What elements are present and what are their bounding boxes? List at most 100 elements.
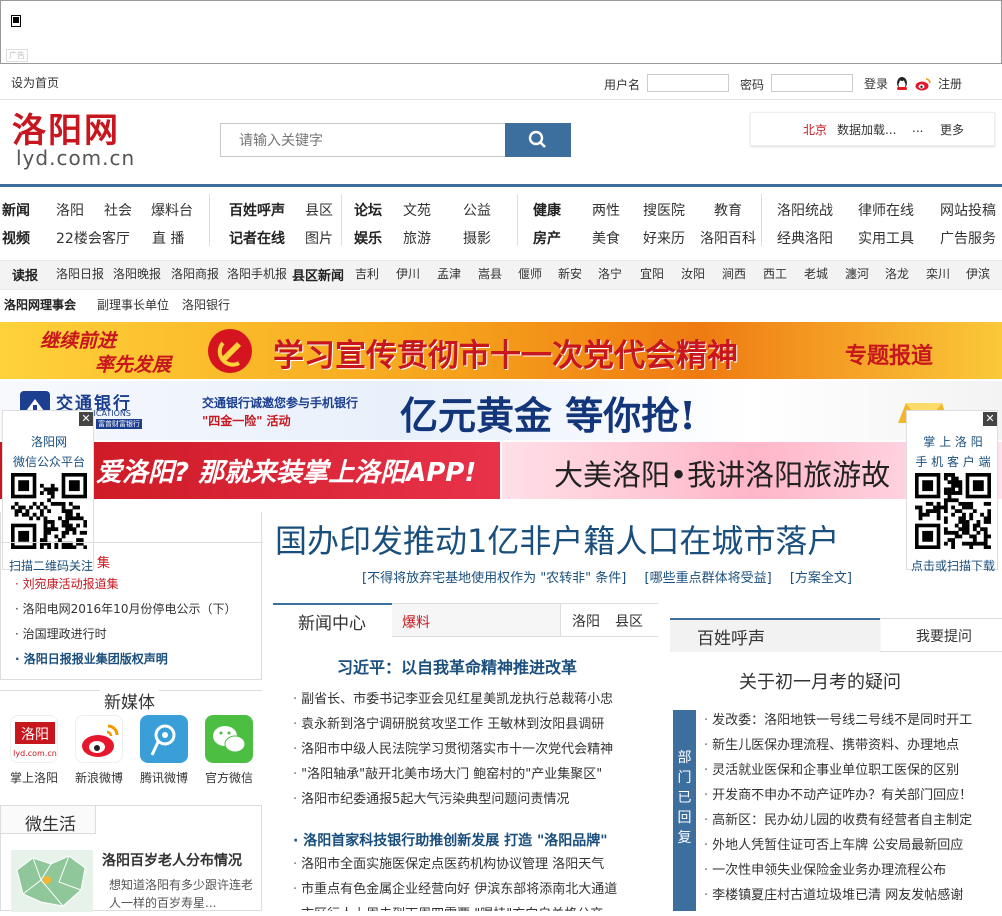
nav-link[interactable]: 偃师 [518, 265, 542, 282]
list-item[interactable]: 洛阳市全面实施医保定点医药机构协议管理 洛阳天气 [293, 852, 653, 877]
nav-link[interactable]: 老城 [804, 265, 828, 282]
nav-link[interactable]: 吉利 [355, 265, 379, 282]
nav-link[interactable]: 洛阳网理事会 [4, 296, 76, 313]
nav-link[interactable]: 律师在线 [858, 200, 914, 220]
nav-link[interactable]: 公益 [463, 200, 491, 220]
nav-link[interactable]: 新闻 [2, 200, 30, 220]
left-topic-item[interactable]: · 治国理政进行时 [15, 625, 107, 642]
party-congress-banner[interactable]: 继续前进 率先发展 学习宣传贯彻市十一次党代会精神 专题报道 [0, 322, 1002, 379]
nav-link[interactable]: 孟津 [437, 265, 461, 282]
headline-sublink[interactable]: [不得将放弃宅基地使用权作为 "农转非" 条件] [362, 571, 626, 586]
nav-link[interactable]: 旅游 [403, 228, 431, 248]
nav-link[interactable]: 汝阳 [681, 265, 705, 282]
list-item[interactable]: 洛阳市纪委通报5起大气污染典型问题问责情况 [293, 787, 653, 812]
nav-link[interactable]: 洛阳百科 [700, 228, 756, 248]
nav-link[interactable]: 健康 [533, 200, 561, 220]
nav-link[interactable]: 瀍河 [845, 265, 869, 282]
nav-link[interactable]: 洛宁 [598, 265, 622, 282]
list-item[interactable]: 新生儿医保办理流程、携带资料、办理地点 [704, 733, 1000, 758]
nav-link[interactable]: 论坛 [354, 200, 382, 220]
nav-link[interactable]: 洛阳日报 [56, 265, 104, 282]
lyd-app-icon[interactable]: 洛阳 lyd.com.cn [10, 715, 58, 763]
nav-link[interactable]: 22楼会客厅 [56, 228, 130, 248]
site-logo[interactable]: 洛阳网 [12, 112, 120, 150]
ask-question-link[interactable]: 我要提问 [916, 626, 972, 646]
nav-link[interactable]: 经典洛阳 [777, 228, 833, 248]
media-label[interactable]: 腾讯微博 [132, 769, 196, 786]
nav-link[interactable]: 副理事长单位 [97, 296, 169, 313]
tab-baoliao[interactable]: 爆料 [402, 612, 430, 632]
nav-link[interactable]: 直 播 [152, 228, 184, 248]
app-qr-floater[interactable]: ✕ 掌 上 洛 阳 手 机 客 户 端 点击或扫描下载 [906, 410, 998, 573]
nav-link[interactable]: 伊滨 [966, 265, 990, 282]
nav-link[interactable]: 视频 [2, 228, 30, 248]
nav-link[interactable]: 实用工具 [858, 228, 914, 248]
headline-sublink[interactable]: [方案全文] [790, 571, 852, 586]
list-item[interactable]: "洛阳轴承"敲开北美市场大门 鲍窑村的"产业集聚区" [293, 762, 653, 787]
nav-link[interactable]: 广告服务 [940, 228, 996, 248]
password-input[interactable] [771, 74, 853, 92]
nav-link[interactable]: 洛阳 [56, 200, 84, 220]
weather-more-link[interactable]: 更多 [940, 121, 964, 138]
qq-login-icon[interactable] [895, 77, 909, 91]
top-story[interactable]: 习近平：以自我革命精神推进改革 [337, 654, 577, 678]
nav-link[interactable]: 好来历 [643, 228, 685, 248]
nav-link[interactable]: 洛阳商报 [171, 265, 219, 282]
nav-link[interactable]: 西工 [763, 265, 787, 282]
nav-link[interactable]: 洛阳手机报 [227, 265, 287, 282]
nav-link[interactable]: 网站投稿 [940, 200, 996, 220]
media-label[interactable]: 新浪微博 [67, 769, 131, 786]
nav-link[interactable]: 记者在线 [229, 228, 285, 248]
list-item[interactable]: 副省长、市委书记李亚会见红星美凯龙执行总裁蒋小忠 [293, 687, 653, 712]
nav-link[interactable]: 宜阳 [640, 265, 664, 282]
main-headline[interactable]: 国办印发推动1亿非户籍人口在城市落户 [275, 516, 839, 562]
nav-link[interactable]: 洛阳晚报 [113, 265, 161, 282]
map-thumbnail-icon[interactable] [11, 850, 93, 912]
list-item[interactable]: 高新区：民办幼儿园的收费有经营者自主制定 [704, 808, 1000, 833]
close-icon[interactable]: ✕ [983, 412, 997, 426]
app-tourism-banner[interactable]: 爱洛阳? 那就来装掌上洛阳APP! 大美洛阳•我讲洛阳旅游故 [0, 442, 1002, 499]
search-button[interactable] [505, 123, 571, 157]
left-topic-item[interactable]: · 洛阳日报报业集团版权声明 [15, 650, 168, 667]
media-label[interactable]: 掌上洛阳 [2, 769, 66, 786]
nav-link[interactable]: 读报 [12, 265, 38, 284]
sina-weibo-icon[interactable] [75, 715, 123, 763]
nav-link[interactable]: 栾川 [926, 265, 950, 282]
micro-life-story-title[interactable]: 洛阳百岁老人分布情况 [102, 850, 242, 870]
tencent-weibo-icon[interactable] [140, 715, 188, 763]
list-item[interactable]: 洛阳市中级人民法院学习贯彻落实市十一次党代会精神 [293, 737, 653, 762]
nav-link[interactable]: 教育 [714, 200, 742, 220]
list-item[interactable]: 市重点有色金属企业经营向好 伊滨东部将添南北大通道 [293, 877, 653, 902]
set-homepage-link[interactable]: 设为首页 [11, 74, 59, 91]
username-input[interactable] [647, 74, 729, 92]
list-item[interactable]: 一次性申领失业保险金业务办理流程公布 [704, 858, 1000, 883]
weibo-login-icon[interactable] [915, 77, 931, 91]
list-item[interactable]: 市区行人上周未到下周四需要 "曝挂"方向自关格公交 [293, 902, 653, 911]
list-item[interactable]: 李楼镇夏庄村古道垃圾堆已清 网友发帖感谢 [704, 883, 1000, 908]
nav-link[interactable]: 涧西 [722, 265, 746, 282]
bocom-banner[interactable]: 交通银行 COMMUNICATIONS 富曾财富银行 交通银行诚邀您参与手机银行… [0, 381, 1002, 440]
list-item[interactable]: 开发商不申办不动产证咋办？有关部门回应！ [704, 783, 1000, 808]
nav-link[interactable]: 摄影 [463, 228, 491, 248]
wechat-icon[interactable] [205, 715, 253, 763]
close-icon[interactable]: ✕ [79, 412, 93, 426]
nav-link[interactable]: 爆料台 [151, 200, 193, 220]
list-item[interactable]: 袁永新到洛宁调研脱贫攻坚工作 王敏林到汝阳县调研 [293, 712, 653, 737]
list-item[interactable]: 外地人凭暂住证可否上车牌 公安局最新回应 [704, 833, 1000, 858]
nav-link[interactable]: 县区 [305, 200, 333, 220]
nav-link[interactable]: 洛阳统战 [777, 200, 833, 220]
second-story[interactable]: · 洛阳首家科技银行助推创新发展 打造 "洛阳品牌" [293, 830, 608, 850]
nav-link[interactable]: 图片 [305, 228, 333, 248]
nav-link[interactable]: 新安 [558, 265, 582, 282]
nav-link[interactable]: 县区新闻 [292, 265, 344, 284]
headline-sublink[interactable]: [哪些重点群体将受益] [645, 571, 772, 586]
nav-link[interactable]: 美食 [592, 228, 620, 248]
left-topic-item[interactable]: · 洛阳电网2016年10月份停电公示（下） [15, 600, 236, 617]
nav-link[interactable]: 社会 [104, 200, 132, 220]
top-ad-banner[interactable]: 广告 [0, 0, 1002, 64]
nav-link[interactable]: 百姓呼声 [229, 200, 285, 220]
nav-link[interactable]: 娱乐 [354, 228, 382, 248]
tab-luoyang[interactable]: 洛阳 [572, 611, 600, 631]
list-item[interactable]: 发改委：洛阳地铁一号线二号线不是同时开工 [704, 708, 1000, 733]
nav-link[interactable]: 洛龙 [885, 265, 909, 282]
